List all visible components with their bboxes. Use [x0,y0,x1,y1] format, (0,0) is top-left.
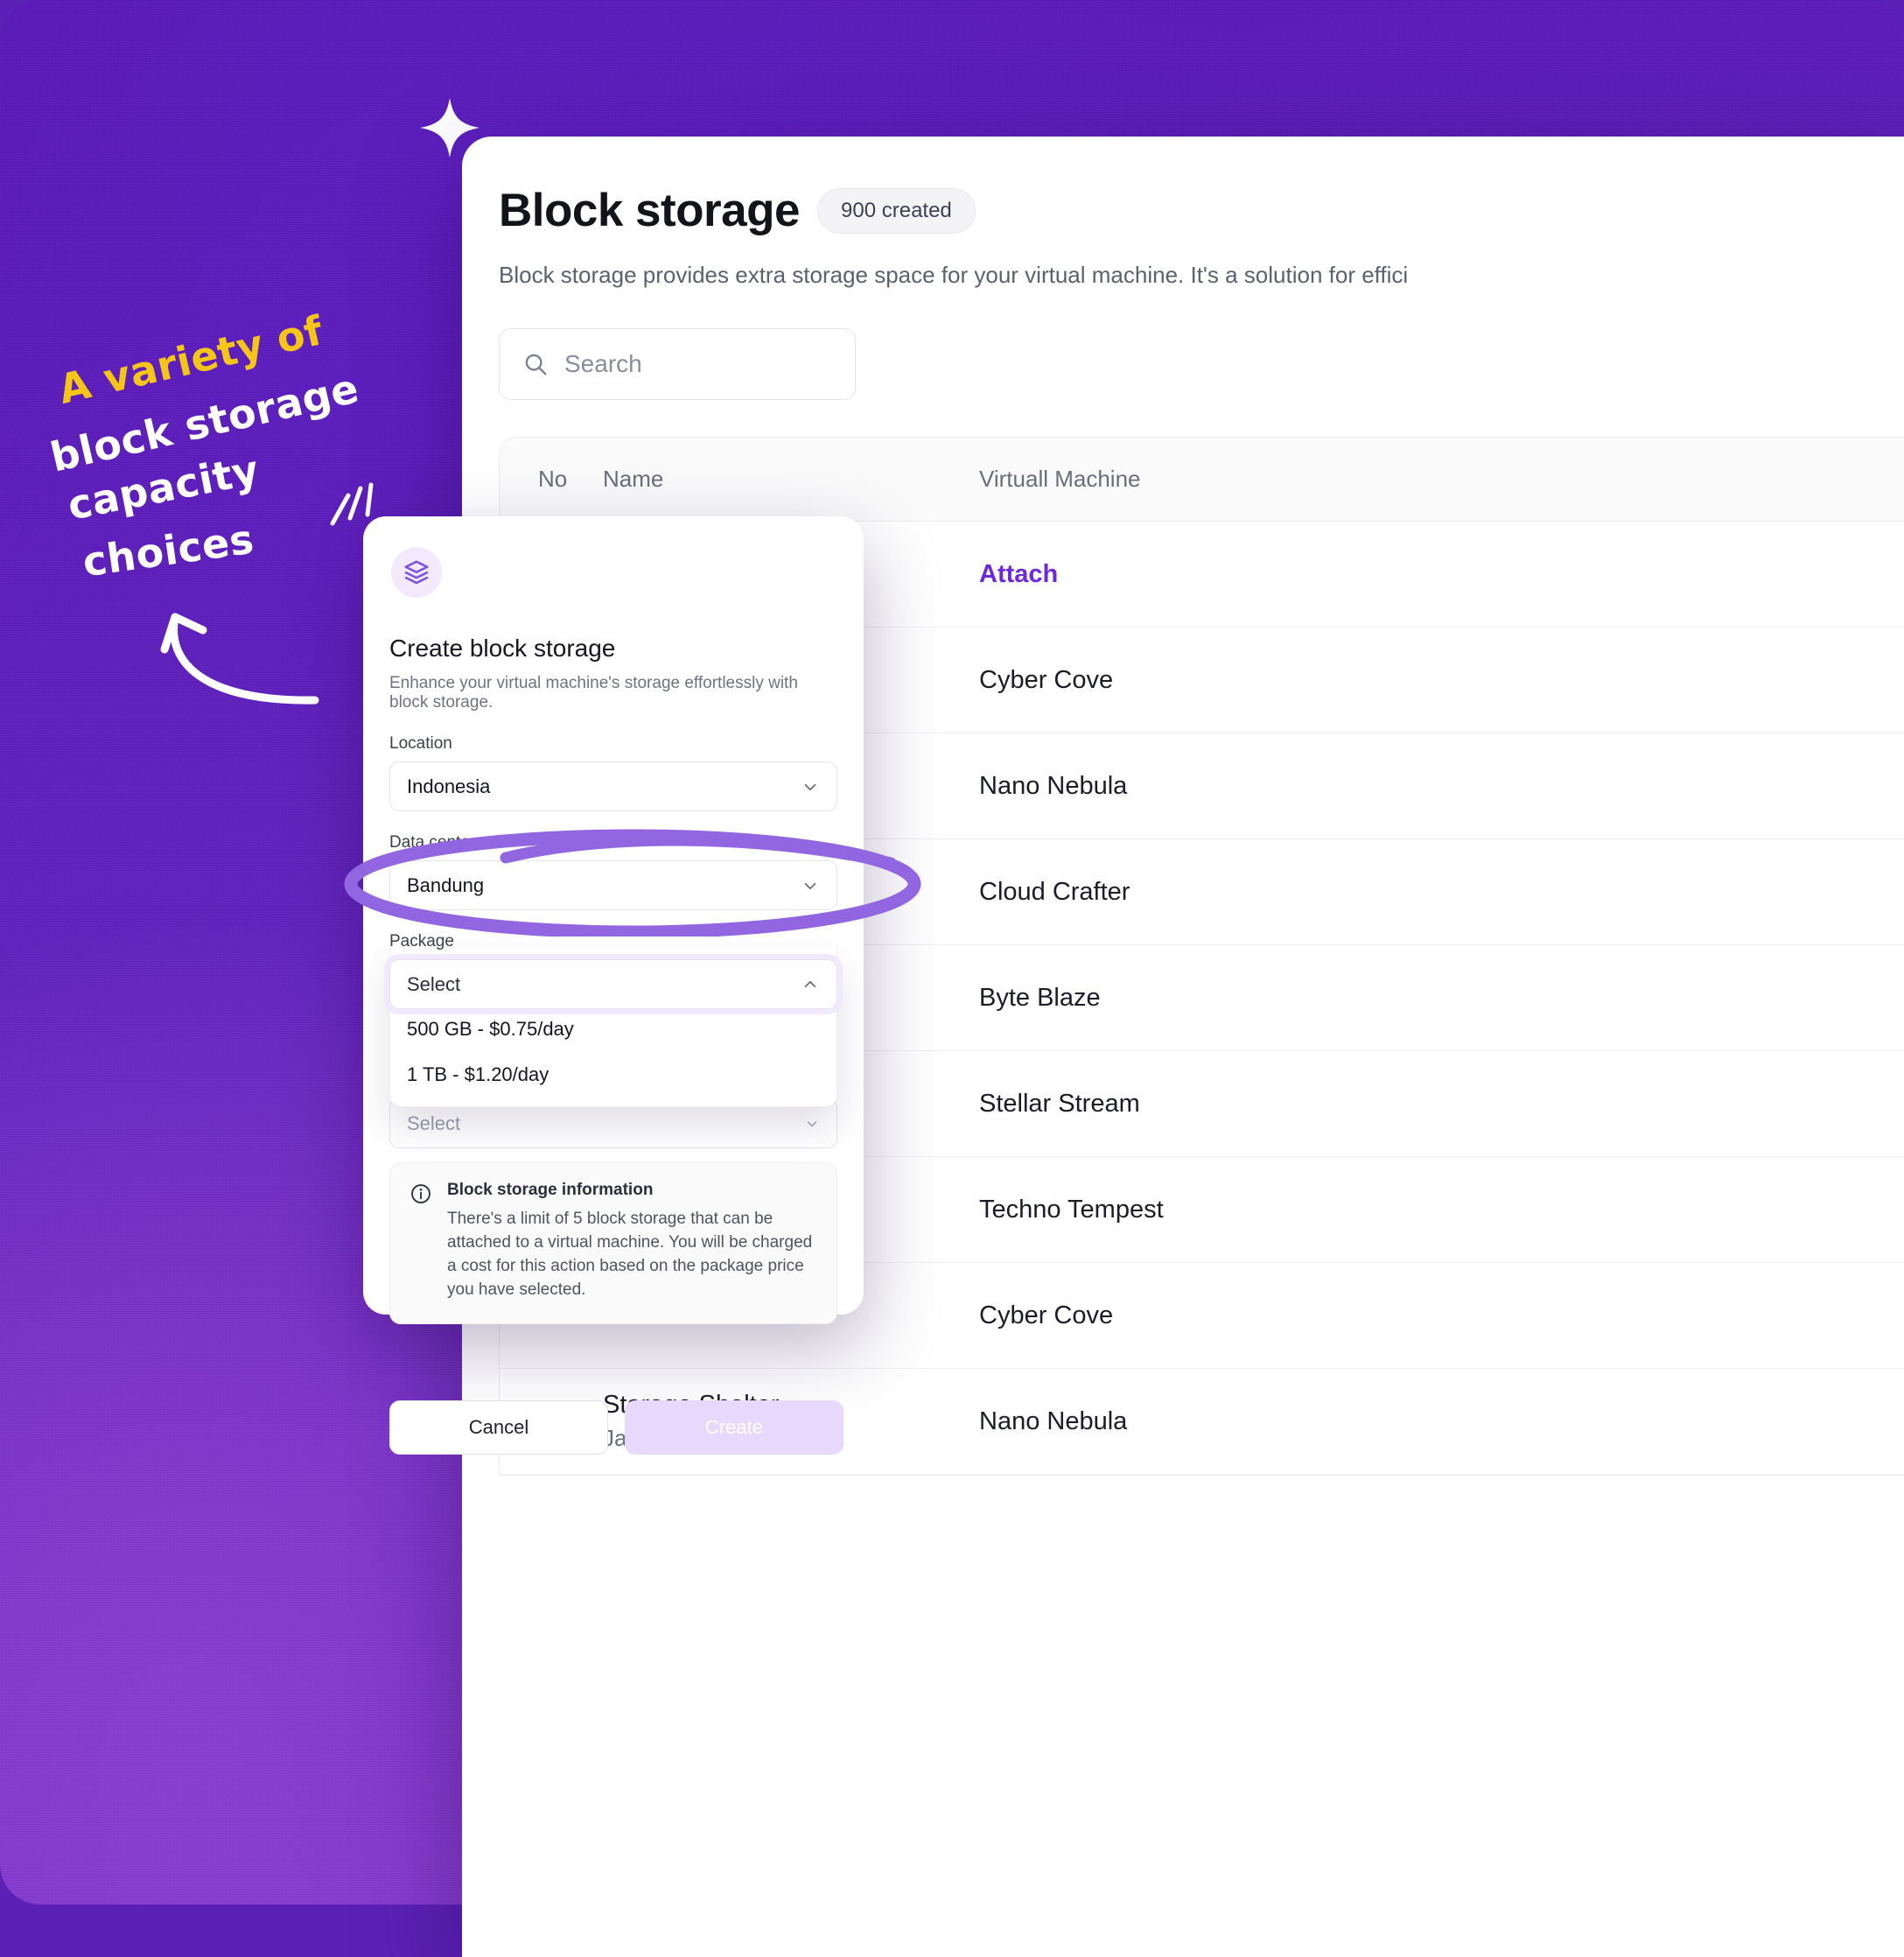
page-description: Block storage provides extra storage spa… [499,262,1409,288]
data-center-select[interactable]: Bandung [389,860,837,910]
modal-action-buttons: Cancel Create [389,1400,844,1455]
search-placeholder: Search [564,350,642,377]
page-title: Block storage [499,185,801,236]
data-center-value: Bandung [407,873,485,896]
cell-virtual-machine: Nano Nebula [979,1406,1128,1435]
table-header-row: No Name Virtuall Machine [500,438,1904,522]
package-label: Package [389,932,454,950]
column-header-name: Name [603,466,664,492]
modal-title: Create block storage [389,635,616,662]
cell-virtual-machine: Stellar Stream [979,1089,1140,1118]
search-input[interactable]: Search [499,328,856,400]
cell-virtual-machine: Nano Nebula [979,771,1128,800]
created-count-badge: 900 created [817,187,976,234]
chevron-down-icon [807,1120,817,1126]
column-header-vm: Virtuall Machine [979,466,1141,492]
column-header-no: No [538,466,568,492]
chevron-up-icon [804,980,816,987]
data-center-field: Data center Bandung [389,833,837,910]
cell-virtual-machine: Cyber Cove [979,1301,1114,1329]
location-select[interactable]: Indonesia [389,761,837,811]
package-field: Package Select [389,932,837,1009]
cell-virtual-machine: Byte Blaze [979,983,1101,1012]
block-storage-info-box: Block storage information There's a limi… [389,1162,837,1324]
data-center-label: Data center [389,833,476,852]
package-select[interactable]: Select [389,959,837,1009]
search-icon [525,354,547,375]
location-value: Indonesia [407,775,491,797]
cell-virtual-machine: Techno Tempest [979,1195,1164,1224]
annotation-line-4: choices [80,515,257,586]
location-field: Location Indonesia [389,734,837,811]
package-option[interactable]: 500 GB - $0.75/day [390,1007,836,1052]
package-option[interactable]: 1 TB - $1.20/day [390,1052,836,1098]
cell-virtual-machine: Cyber Cove [979,665,1114,694]
info-icon [411,1184,430,1203]
modal-subtitle: Enhance your virtual machine's storage e… [389,674,798,712]
chevron-down-icon [804,783,816,790]
location-label: Location [389,734,452,753]
page-header: Block storage 900 created [499,184,1904,237]
layers-icon [391,547,442,598]
curved-arrow-icon [160,613,319,705]
attach-link[interactable]: Attach [979,560,1539,589]
cell-virtual-machine: Cloud Crafter [979,877,1130,906]
create-button[interactable]: Create [625,1400,844,1455]
obscured-select-value: Select [407,1112,461,1134]
create-block-storage-modal: Create block storage Enhance your virtua… [363,516,864,1455]
package-value: Select [407,972,461,995]
info-body: There's a limit of 5 block storage that … [447,1210,813,1299]
chevron-down-icon [804,882,816,889]
info-title: Block storage information [447,1181,654,1199]
cancel-button[interactable]: Cancel [389,1400,608,1455]
